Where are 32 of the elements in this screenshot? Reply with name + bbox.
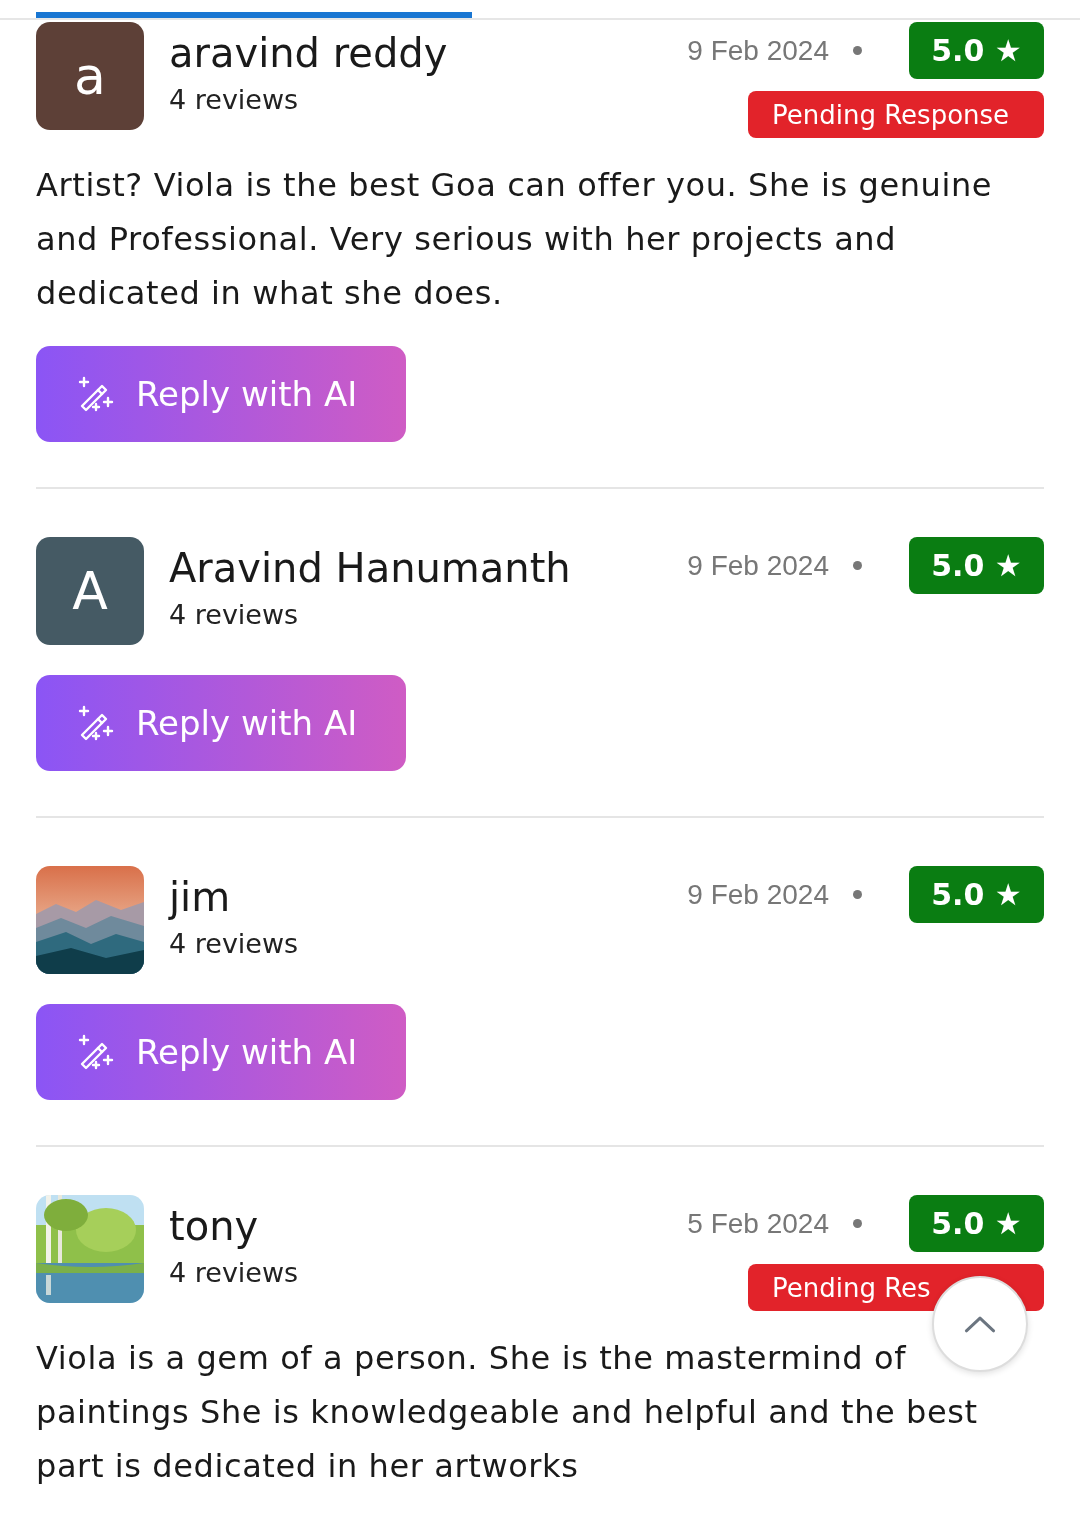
review-text: Viola is a gem of a person. She is the mastermind of paintings She is knowledgeable and helpful and the best part is dedicated in her artworks — [36, 1338, 979, 1487]
review-date: 9 Feb 2024 — [687, 878, 829, 911]
review-count: 4 reviews — [169, 1256, 300, 1290]
rating-badge: 5.0 ★ — [909, 866, 1044, 923]
review-date: 5 Feb 2024 — [687, 1207, 829, 1240]
magic-wand-icon — [76, 1032, 116, 1072]
magic-wand-icon — [76, 374, 116, 414]
rating-badge: 5.0 ★ — [909, 1195, 1044, 1252]
separator-dot — [853, 890, 862, 899]
reviewer-name: Aravind Hanumanth — [169, 544, 572, 593]
avatar: a — [36, 22, 144, 130]
review-count: 4 reviews — [169, 83, 300, 117]
separator-dot — [853, 561, 862, 570]
review-count: 4 reviews — [169, 927, 300, 961]
review-text: Artist? Viola is the best Goa can offer you. She is genuine and Professional. Very serious with her projects and dedicated in what she does. — [36, 165, 994, 314]
scroll-to-top-button[interactable] — [932, 1276, 1028, 1372]
avatar: A — [36, 537, 144, 645]
reply-with-ai-button[interactable]: Reply with AI — [36, 346, 406, 442]
separator-dot — [853, 1219, 862, 1228]
rating-badge: 5.0 ★ — [909, 537, 1044, 594]
review-date: 9 Feb 2024 — [687, 549, 829, 582]
reply-with-ai-button[interactable]: Reply with AI — [36, 675, 406, 771]
magic-wand-icon — [76, 703, 116, 743]
reply-with-ai-button[interactable]: Reply with AI — [36, 1004, 406, 1100]
separator-dot — [853, 46, 862, 55]
review-date: 9 Feb 2024 — [687, 34, 829, 67]
reviewer-name: aravind reddy — [169, 29, 449, 78]
status-badge: Pending Response — [748, 91, 1044, 138]
reviewer-name: tony — [169, 1202, 260, 1251]
rating-badge: 5.0 ★ — [909, 22, 1044, 79]
reviewer-name: jim — [169, 873, 232, 922]
review-count: 4 reviews — [169, 598, 300, 632]
